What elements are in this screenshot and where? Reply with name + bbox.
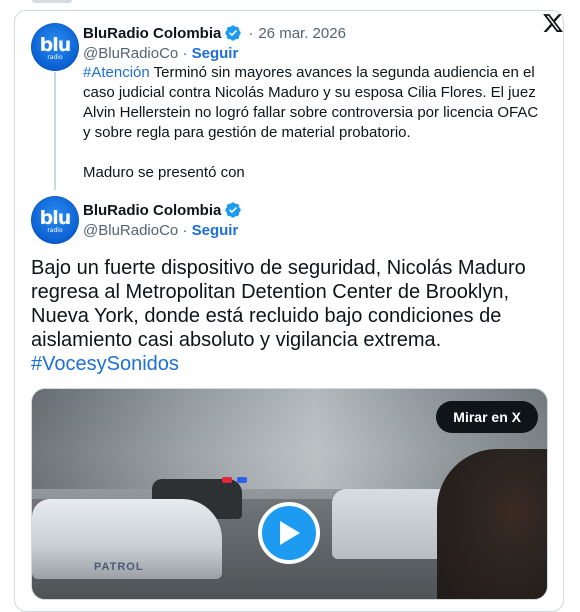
verified-badge-icon: [225, 25, 242, 41]
avatar[interactable]: blu radio: [31, 196, 79, 244]
tweet-date[interactable]: 26 mar. 2026: [258, 25, 346, 42]
verified-badge-icon: [225, 202, 242, 218]
watch-on-x-button[interactable]: Mirar en X: [436, 401, 538, 433]
author-handle[interactable]: @BluRadioCo: [83, 222, 178, 239]
video-thumbnail[interactable]: PATROL Mirar en X: [31, 388, 548, 600]
vehicle-text: PATROL: [94, 561, 144, 573]
avatar-logo-sub: radio: [47, 226, 63, 234]
follow-button[interactable]: Seguir: [192, 222, 239, 239]
top-divider: [32, 0, 72, 3]
siren-light: [222, 477, 232, 483]
hashtag-link[interactable]: #Atención: [83, 64, 150, 81]
main-tweet-text: Bajo un fuerte dispositivo de seguridad,…: [31, 256, 541, 376]
hashtag-link[interactable]: #VocesySonidos: [31, 352, 541, 376]
quoted-tweet-text: #Atención Terminó sin mayores avances la…: [83, 63, 545, 183]
quoted-author-row: BluRadio Colombia · 26 mar. 2026: [83, 24, 346, 42]
quoted-tweet-body: Terminó sin mayores avances la segunda a…: [83, 64, 539, 141]
main-tweet-body: Bajo un fuerte dispositivo de seguridad,…: [31, 257, 526, 351]
separator-dot: ·: [182, 222, 192, 239]
x-logo-icon[interactable]: [542, 12, 564, 34]
avatar-logo: blu: [39, 33, 72, 56]
author-name[interactable]: BluRadio Colombia: [83, 202, 221, 219]
avatar-logo: blu: [39, 206, 72, 229]
separator-dot: ·: [248, 24, 254, 42]
thread-line: [54, 72, 56, 190]
play-icon: [280, 521, 300, 545]
follow-button[interactable]: Seguir: [192, 45, 239, 62]
quoted-tweet-tail: Maduro se presentó con: [83, 164, 245, 181]
play-button[interactable]: [258, 502, 320, 564]
separator-dot: ·: [182, 45, 192, 62]
author-name[interactable]: BluRadio Colombia: [83, 25, 221, 42]
avatar-logo-sub: radio: [47, 53, 63, 61]
avatar[interactable]: blu radio: [31, 23, 79, 71]
main-handle-row: @BluRadioCo · Seguir: [83, 222, 238, 239]
main-author-row: BluRadio Colombia: [83, 201, 242, 219]
thumbnail-people: [437, 449, 547, 599]
author-handle[interactable]: @BluRadioCo: [83, 45, 178, 62]
siren-light: [237, 477, 247, 483]
quoted-handle-row: @BluRadioCo · Seguir: [83, 45, 238, 62]
